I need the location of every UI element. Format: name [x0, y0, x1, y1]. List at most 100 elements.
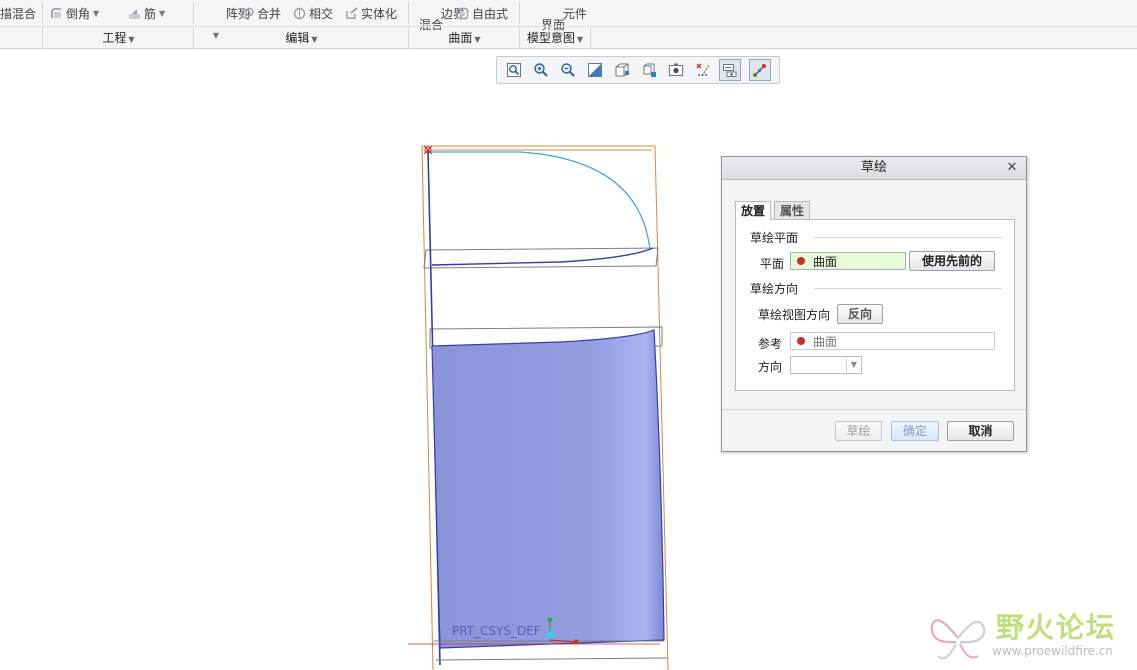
blend-label: 描混合 — [0, 6, 37, 21]
ok-button[interactable]: 确定 — [891, 421, 939, 441]
ribbon-separator — [42, 2, 43, 24]
intersect-button[interactable]: 相交 — [293, 4, 333, 22]
rib-label: 筋 — [144, 6, 157, 21]
zoom-out-button[interactable] — [557, 59, 579, 81]
solidify-button[interactable]: 实体化 — [345, 4, 397, 22]
saved-views-button[interactable] — [638, 59, 660, 81]
dialog-title: 草绘 — [860, 160, 887, 175]
close-button[interactable]: ✕ — [1004, 160, 1020, 176]
group-model-intent[interactable]: 模型意图 ▼ — [519, 27, 591, 49]
group-engineering[interactable]: 工程 ▼ — [42, 27, 194, 49]
placement-panel: 草绘平面 平面 曲面 使用先前的 草绘方向 草绘视图方向 反向 参考 曲面 方向… — [735, 219, 1015, 391]
freestyle-button[interactable]: 自由式 — [456, 4, 508, 22]
orientation-section-title: 草绘方向 — [750, 282, 799, 296]
plane-collector[interactable]: 曲面 — [790, 252, 906, 270]
annotation-display-button[interactable] — [719, 59, 741, 81]
watermark: 野火论坛 www.proewildfire.cn — [928, 606, 1137, 670]
chevron-down-icon: ▼ — [474, 35, 481, 44]
round-icon — [51, 7, 61, 18]
section-divider — [814, 237, 1002, 238]
footer-divider — [722, 409, 1026, 410]
graphics-toolbar — [496, 56, 780, 84]
ribbon-separator — [408, 2, 409, 24]
surface-body — [431, 329, 665, 649]
ribbon: 描混合 倒角 ▼ 筋 ▼ 阵列 ▼ 合并 相交 实体化 边界 混合 自由式 元件… — [0, 0, 1137, 49]
ribbon-command-row: 描混合 倒角 ▼ 筋 ▼ 阵列 ▼ 合并 相交 实体化 边界 混合 自由式 元件… — [0, 0, 1137, 40]
display-style-icon — [615, 63, 629, 77]
rib-icon — [129, 8, 140, 19]
reference-collector[interactable]: 曲面 — [790, 332, 995, 350]
reference-dot-icon — [797, 337, 805, 345]
intersect-icon — [293, 7, 306, 19]
datum-plane-frame — [421, 145, 669, 670]
cancel-button[interactable]: 取消 — [947, 421, 1014, 441]
sketch-curve-mid — [431, 247, 654, 266]
group-surfaces[interactable]: 曲面 ▼ — [408, 27, 520, 49]
section-divider — [814, 288, 1002, 289]
refit-button[interactable] — [503, 59, 525, 81]
watermark-text: 野火论坛 — [996, 611, 1117, 644]
direction-label: 方向 — [758, 360, 783, 374]
ribbon-separator — [193, 2, 194, 24]
surface-edge-left — [427, 149, 441, 666]
zoom-in-icon — [534, 63, 548, 77]
chevron-down-icon: ▼ — [93, 8, 100, 18]
group-editing[interactable]: 编辑 ▼ — [193, 27, 409, 49]
group-surfaces-label: 曲面 — [448, 31, 473, 45]
datum-display-button[interactable] — [692, 59, 714, 81]
reference-label: 参考 — [758, 337, 783, 351]
merge-button[interactable]: 合并 — [241, 4, 281, 22]
freestyle-label: 自由式 — [472, 6, 509, 21]
sketch-button[interactable]: 草绘 — [835, 421, 882, 441]
group-editing-label: 编辑 — [285, 31, 310, 45]
sketch-curve-top — [428, 151, 651, 251]
use-previous-button[interactable]: 使用先前的 — [909, 251, 995, 271]
view-manager-button[interactable] — [665, 59, 687, 81]
view-manager-icon — [669, 63, 683, 76]
display-style-button[interactable] — [611, 59, 633, 81]
flip-button[interactable]: 反向 — [837, 304, 883, 324]
zoom-in-button[interactable] — [530, 59, 552, 81]
round-button[interactable]: 倒角 ▼ — [50, 4, 99, 22]
group-model-intent-label: 模型意图 — [526, 31, 575, 45]
section-box-bottom — [408, 640, 669, 661]
tab-placement[interactable]: 放置 — [735, 201, 772, 220]
plane-label: 平面 — [760, 257, 785, 271]
blend-button[interactable]: 描混合 — [0, 4, 36, 22]
chevron-down-icon: ▼ — [159, 8, 166, 18]
repaint-button[interactable] — [584, 59, 606, 81]
datum-display-icon — [696, 63, 710, 77]
round-label: 倒角 — [66, 6, 91, 21]
merge-label: 合并 — [257, 6, 282, 21]
tab-placement-label: 放置 — [741, 204, 766, 218]
merge-icon — [241, 7, 254, 19]
annotation-display-icon — [723, 64, 737, 77]
rib-button[interactable]: 筋 ▼ — [128, 4, 165, 22]
csys-label: PRT_CSYS_DEF — [452, 624, 541, 638]
sketch-plane-section-title: 草绘平面 — [750, 231, 799, 245]
solidify-icon — [346, 6, 358, 19]
close-icon: ✕ — [1006, 160, 1018, 175]
refit-icon — [507, 63, 521, 77]
zoom-out-icon — [561, 63, 575, 77]
butterfly-logo-icon — [930, 619, 986, 660]
sketch-dialog: 草绘 ✕ 放置 属性 草绘平面 平面 曲面 使用先前的 草绘方向 草绘视图方向 … — [721, 156, 1027, 452]
dialog-title-bar[interactable]: 草绘 ✕ — [722, 157, 1026, 180]
chevron-down-icon: ▼ — [846, 357, 861, 373]
chevron-down-icon: ▼ — [576, 35, 584, 44]
csys-display-icon — [753, 64, 766, 77]
tab-properties-label: 属性 — [780, 204, 805, 218]
plane-value: 曲面 — [813, 254, 838, 269]
reference-dot-icon — [797, 257, 805, 265]
csys-marker — [423, 145, 579, 645]
direction-select[interactable]: ▼ — [790, 356, 862, 374]
tab-properties[interactable]: 属性 — [774, 201, 811, 219]
repaint-icon — [588, 63, 602, 77]
saved-views-icon — [643, 63, 656, 77]
section-box-upper — [423, 247, 663, 349]
group-engineering-label: 工程 — [102, 31, 127, 45]
watermark-url: www.proewildfire.cn — [992, 644, 1113, 658]
csys-display-button[interactable] — [749, 59, 771, 81]
intersect-label: 相交 — [309, 6, 334, 21]
chevron-down-icon: ▼ — [311, 35, 318, 44]
